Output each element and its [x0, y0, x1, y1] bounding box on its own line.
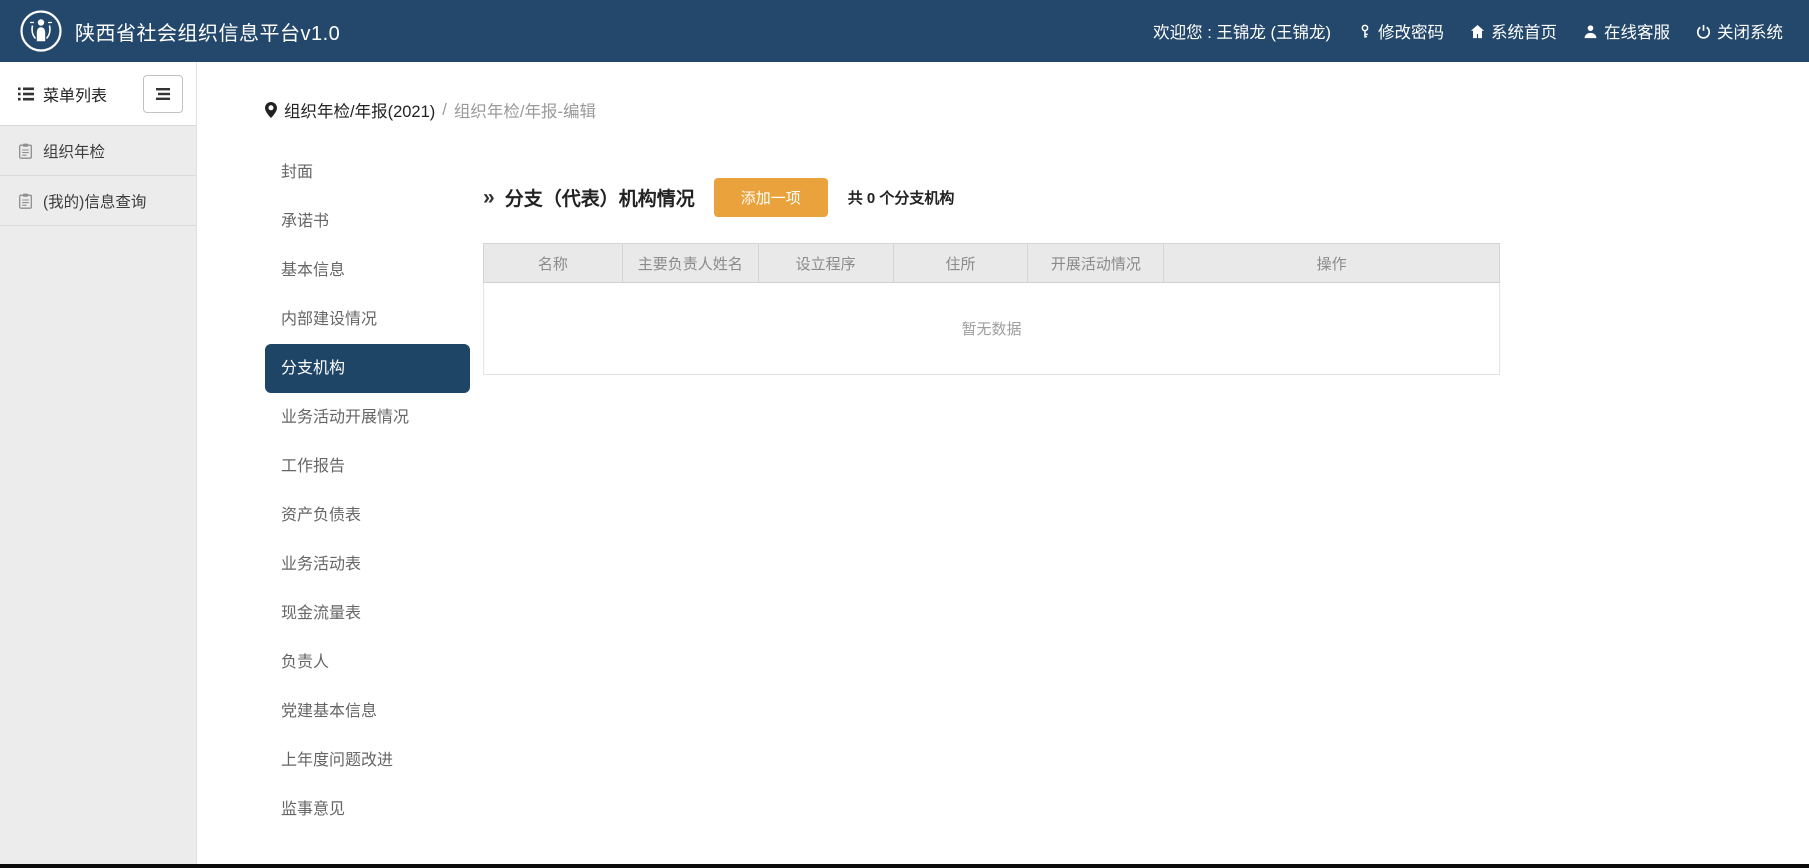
- sidebar: 菜单列表 组织年检: [0, 62, 197, 864]
- nav-item-supervisor-opinion[interactable]: 监事意见: [265, 785, 470, 834]
- nav-item-internal-building[interactable]: 内部建设情况: [265, 295, 470, 344]
- sidebar-item-my-info-query[interactable]: (我的)信息查询: [0, 176, 196, 226]
- clipboard-icon: [19, 143, 32, 159]
- change-password-label: 修改密码: [1378, 19, 1444, 43]
- section-title: 分支（代表）机构情况: [505, 184, 695, 211]
- breadcrumb-separator: /: [442, 101, 447, 120]
- sidebar-item-label: (我的)信息查询: [43, 190, 146, 212]
- window-bottom-edge: [0, 864, 1809, 868]
- col-header-address: 住所: [893, 244, 1028, 283]
- welcome-text: 欢迎您 : 王锦龙 (王锦龙): [1153, 19, 1331, 43]
- platform-logo-icon: [20, 10, 62, 52]
- col-header-procedure: 设立程序: [758, 244, 893, 283]
- topbar-right: 欢迎您 : 王锦龙 (王锦龙) 修改密码 系统首页: [1153, 19, 1783, 43]
- system-home-label: 系统首页: [1491, 19, 1557, 43]
- breadcrumb-current[interactable]: 组织年检/年报(2021): [284, 98, 435, 122]
- col-header-actions: 操作: [1164, 244, 1500, 283]
- sidebar-item-annual-inspection[interactable]: 组织年检: [0, 126, 196, 176]
- sidebar-header: 菜单列表: [0, 62, 196, 126]
- hamburger-icon: [156, 88, 170, 100]
- breadcrumb-page: 组织年检/年报-编辑: [454, 98, 596, 122]
- user-icon: [1583, 24, 1598, 39]
- nav-item-party-building[interactable]: 党建基本信息: [265, 687, 470, 736]
- nav-item-person-in-charge[interactable]: 负责人: [265, 638, 470, 687]
- clipboard-icon: [19, 193, 32, 209]
- sidebar-toggle-button[interactable]: [143, 75, 183, 113]
- online-service-link[interactable]: 在线客服: [1583, 19, 1670, 43]
- nav-item-branches[interactable]: 分支机构: [265, 344, 470, 393]
- online-service-label: 在线客服: [1604, 19, 1670, 43]
- main-content: 组织年检/年报(2021) / 组织年检/年报-编辑 封面 承诺书 基本信息 内…: [197, 62, 1809, 834]
- nav-item-activity-table[interactable]: 业务活动表: [265, 540, 470, 589]
- logout-link[interactable]: 关闭系统: [1696, 19, 1783, 43]
- system-home-link[interactable]: 系统首页: [1470, 19, 1557, 43]
- menu-list-title: 菜单列表: [18, 82, 107, 106]
- branches-panel: » 分支（代表）机构情况 添加一项 共 0 个分支机构 名称 主要负责人姓名: [483, 148, 1809, 375]
- power-icon: [1696, 24, 1711, 39]
- app-title: 陕西省社会组织信息平台v1.0: [75, 17, 340, 46]
- empty-data-text: 暂无数据: [484, 283, 1500, 375]
- key-icon: [1357, 24, 1372, 39]
- location-pin-icon: [265, 102, 277, 118]
- nav-item-balance-sheet[interactable]: 资产负债表: [265, 491, 470, 540]
- section-head: » 分支（代表）机构情况 添加一项 共 0 个分支机构: [483, 178, 1809, 217]
- nav-item-business-activities[interactable]: 业务活动开展情况: [265, 393, 470, 442]
- body-row: 封面 承诺书 基本信息 内部建设情况 分支机构 业务活动开展情况 工作报告 资产…: [265, 148, 1809, 834]
- logout-label: 关闭系统: [1717, 19, 1783, 43]
- nav-item-work-report[interactable]: 工作报告: [265, 442, 470, 491]
- branch-count-text: 共 0 个分支机构: [848, 187, 955, 208]
- breadcrumb: 组织年检/年报(2021) / 组织年检/年报-编辑: [265, 98, 1809, 122]
- table-header-row: 名称 主要负责人姓名 设立程序 住所 开展活动情况 操作: [484, 244, 1500, 283]
- home-icon: [1470, 24, 1485, 39]
- nav-item-cash-flow[interactable]: 现金流量表: [265, 589, 470, 638]
- report-section-nav: 封面 承诺书 基本信息 内部建设情况 分支机构 业务活动开展情况 工作报告 资产…: [265, 148, 470, 834]
- col-header-leader: 主要负责人姓名: [622, 244, 758, 283]
- nav-item-cover[interactable]: 封面: [265, 148, 470, 197]
- chevrons-icon: »: [483, 186, 495, 210]
- add-item-button[interactable]: 添加一项: [714, 178, 828, 217]
- list-icon: [18, 87, 34, 101]
- col-header-activities: 开展活动情况: [1028, 244, 1164, 283]
- col-header-name: 名称: [484, 244, 623, 283]
- change-password-link[interactable]: 修改密码: [1357, 19, 1444, 43]
- menu-list-label: 菜单列表: [43, 82, 107, 106]
- nav-item-last-year-improve[interactable]: 上年度问题改进: [265, 736, 470, 785]
- branches-table: 名称 主要负责人姓名 设立程序 住所 开展活动情况 操作 暂无数据: [483, 243, 1500, 375]
- nav-item-commitment[interactable]: 承诺书: [265, 197, 470, 246]
- empty-row: 暂无数据: [484, 283, 1500, 375]
- sidebar-item-label: 组织年检: [43, 140, 105, 162]
- nav-item-basic-info[interactable]: 基本信息: [265, 246, 470, 295]
- topbar: 陕西省社会组织信息平台v1.0 欢迎您 : 王锦龙 (王锦龙) 修改密码 系统首…: [0, 0, 1809, 62]
